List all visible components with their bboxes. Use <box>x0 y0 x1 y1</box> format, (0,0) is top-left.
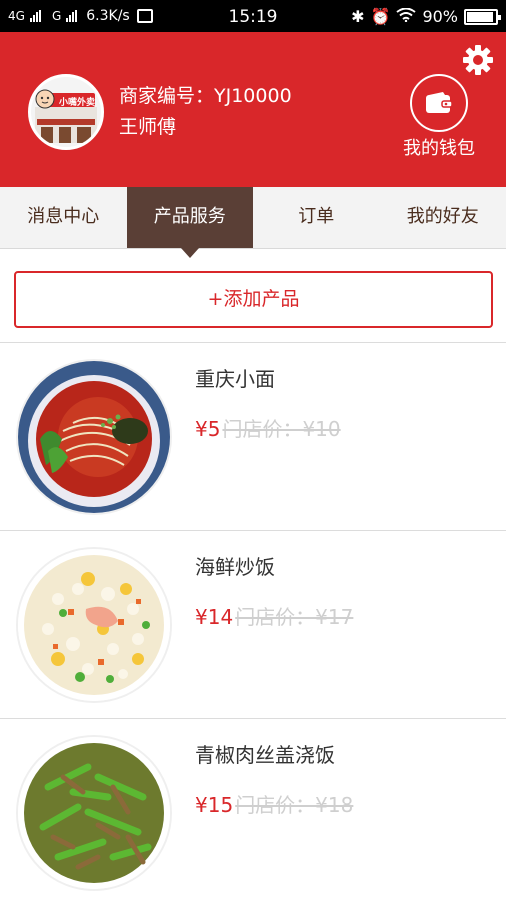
store-price: 门店价：¥18 <box>235 789 353 818</box>
battery-percent: 90% <box>422 7 458 26</box>
store-price: 门店价：¥10 <box>222 413 340 442</box>
product-item[interactable]: 青椒肉丝盖浇饭 ¥15 门店价：¥18 <box>0 718 506 906</box>
product-price: ¥15 <box>195 793 233 817</box>
product-price: ¥14 <box>195 605 233 629</box>
product-name: 海鲜炒饭 <box>195 551 275 580</box>
merchant-id: 商家编号：YJ10000 <box>119 81 292 108</box>
noodle-bowl-image <box>16 359 172 515</box>
fried-rice-image <box>16 547 172 703</box>
wifi-icon <box>396 7 416 26</box>
battery-icon <box>464 9 498 25</box>
wallet-label[interactable]: 我的钱包 <box>396 134 482 160</box>
tab-messages[interactable]: 消息中心 <box>0 187 127 248</box>
price-row: ¥15 门店价：¥18 <box>195 789 353 818</box>
price-row: ¥5 门店价：¥10 <box>195 413 341 442</box>
store-logo-avatar[interactable]: 小嘴外卖 <box>28 74 104 150</box>
price-row: ¥14 门店价：¥17 <box>195 601 353 630</box>
merchant-header: 小嘴外卖 商家编号：YJ10000 王师傅 我的钱包 <box>0 32 506 187</box>
product-list: 重庆小面 ¥5 门店价：¥10 <box>0 342 506 906</box>
alarm-icon: ⏰ <box>371 7 391 26</box>
product-name: 青椒肉丝盖浇饭 <box>195 739 335 768</box>
wallet-button[interactable] <box>410 74 468 132</box>
status-right: ✱ ⏰ 90% <box>351 7 498 26</box>
store-price: 门店价：¥17 <box>235 601 353 630</box>
tab-orders[interactable]: 订单 <box>253 187 380 248</box>
tab-bar: 消息中心 产品服务 订单 我的好友 <box>0 187 506 249</box>
tab-friends[interactable]: 我的好友 <box>380 187 506 248</box>
logo-text: 小嘴外卖 <box>59 95 95 108</box>
add-product-button[interactable]: +添加产品 <box>14 271 493 328</box>
product-name: 重庆小面 <box>195 363 275 392</box>
tab-products[interactable]: 产品服务 <box>127 187 254 248</box>
product-item[interactable]: 海鲜炒饭 ¥14 门店价：¥17 <box>0 530 506 718</box>
wallet-icon <box>425 91 453 115</box>
merchant-name: 王师傅 <box>119 112 176 139</box>
pepper-pork-image <box>16 735 172 891</box>
product-price: ¥5 <box>195 417 220 441</box>
bluetooth-icon: ✱ <box>351 7 364 26</box>
product-item[interactable]: 重庆小面 ¥5 门店价：¥10 <box>0 342 506 530</box>
status-bar: 4G G 6.3K/s 15:19 ✱ ⏰ 90% <box>0 0 506 32</box>
settings-gear-icon[interactable] <box>462 44 494 76</box>
